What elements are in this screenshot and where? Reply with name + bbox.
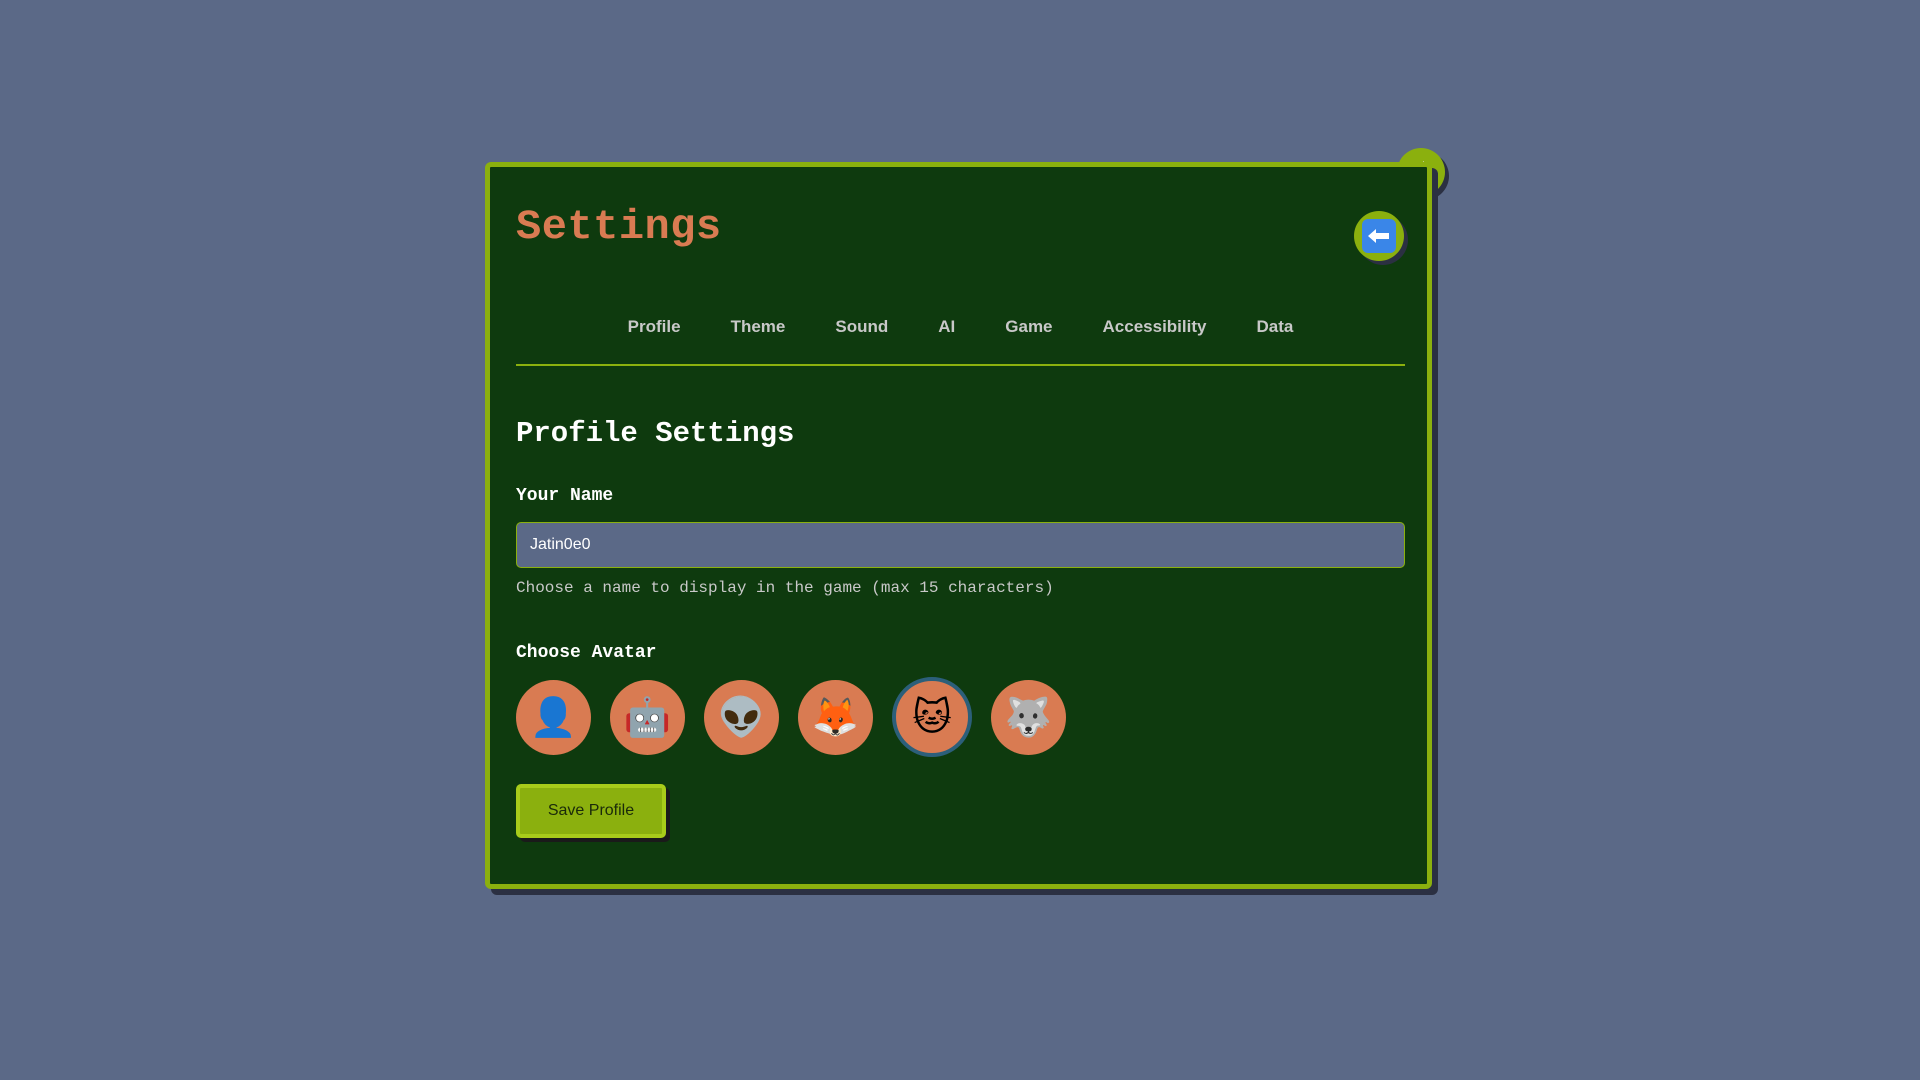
avatar-option-cat[interactable]: 🐱 <box>892 677 972 757</box>
settings-tabs: Profile Theme Sound AI Game Accessibilit… <box>516 307 1405 366</box>
avatar-option-wolf[interactable]: 🐺 <box>991 680 1066 755</box>
avatar-list: 👤 🤖 👽 🦊 🐱 🐺 <box>516 677 1066 757</box>
tab-game[interactable]: Game <box>980 307 1077 347</box>
back-button[interactable] <box>1354 211 1404 261</box>
avatar-option-person[interactable]: 👤 <box>516 680 591 755</box>
name-input[interactable] <box>516 522 1405 568</box>
avatar-label: Choose Avatar <box>516 643 657 663</box>
avatar-option-alien[interactable]: 👽 <box>704 680 779 755</box>
section-title: Profile Settings <box>516 417 795 450</box>
avatar-option-fox[interactable]: 🦊 <box>798 680 873 755</box>
name-hint: Choose a name to display in the game (ma… <box>516 579 1054 597</box>
settings-panel: Settings Profile Theme Sound AI Game Acc… <box>485 162 1432 889</box>
avatar-option-robot[interactable]: 🤖 <box>610 680 685 755</box>
name-label: Your Name <box>516 486 614 506</box>
tab-profile[interactable]: Profile <box>603 307 706 347</box>
tab-data[interactable]: Data <box>1231 307 1318 347</box>
tab-accessibility[interactable]: Accessibility <box>1078 307 1232 347</box>
tab-theme[interactable]: Theme <box>706 307 811 347</box>
page-title: Settings <box>516 203 722 251</box>
tab-ai[interactable]: AI <box>913 307 980 347</box>
save-profile-button[interactable]: Save Profile <box>516 784 666 838</box>
left-arrow-icon <box>1362 219 1396 253</box>
tab-sound[interactable]: Sound <box>810 307 913 347</box>
